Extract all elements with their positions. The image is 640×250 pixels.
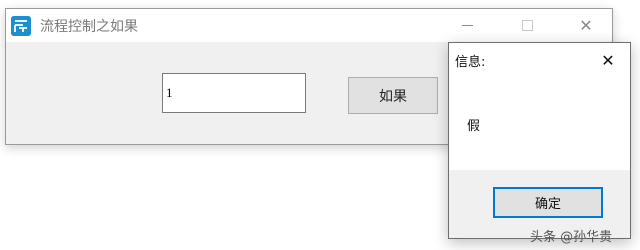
maximize-button[interactable] [504,9,550,42]
screen: 流程控制之如果 ✕ 如果 信息: ✕ 假 确定 头条 @孙华贵 [0,0,640,250]
watermark: 头条 @孙华贵 [530,230,613,245]
app-logo-icon [11,16,31,36]
value-input[interactable] [162,73,306,113]
dialog-title-bar: 信息: ✕ [449,43,630,76]
message-dialog: 信息: ✕ 假 确定 [448,42,631,239]
close-button[interactable]: ✕ [563,9,609,42]
close-icon: ✕ [579,16,593,35]
ok-button[interactable]: 确定 [493,187,603,218]
maximize-icon [521,20,533,31]
dialog-close-button[interactable]: ✕ [592,46,624,74]
window-title: 流程控制之如果 [40,19,138,35]
minimize-button[interactable] [444,9,490,42]
dialog-title: 信息: [455,55,486,70]
minimize-icon [461,25,473,26]
close-icon: ✕ [601,50,615,70]
dialog-message: 假 [467,119,481,134]
title-bar: 流程控制之如果 ✕ [6,9,612,42]
if-button[interactable]: 如果 [348,77,438,114]
